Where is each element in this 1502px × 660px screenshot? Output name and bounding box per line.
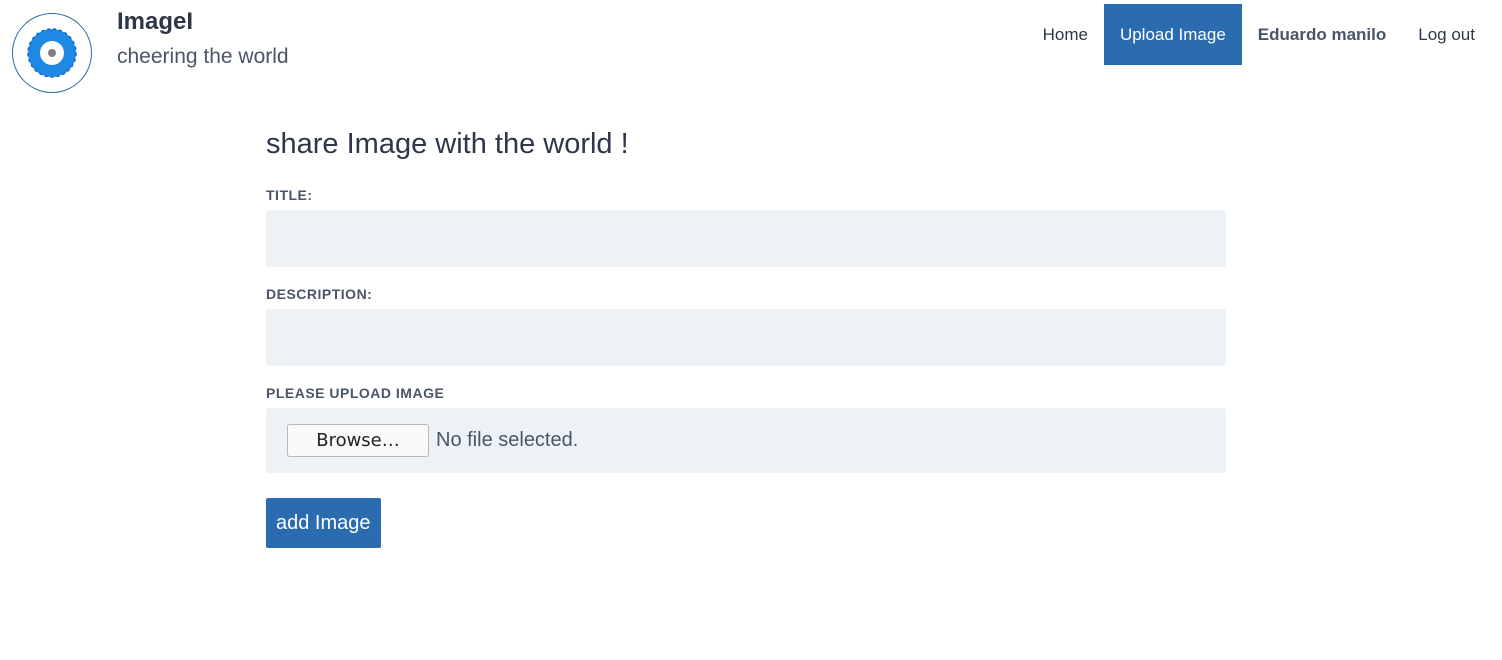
brand-title: ImageI — [117, 8, 194, 35]
upload-form: share Image with the world ! TITLE: DESC… — [266, 128, 1226, 548]
description-input[interactable] — [266, 309, 1226, 366]
page-title: share Image with the world ! — [266, 128, 629, 160]
nav-home-link[interactable]: Home — [1027, 4, 1104, 65]
title-input[interactable] — [266, 210, 1226, 267]
file-status-text: No file selected. — [436, 429, 579, 451]
title-label: TITLE: — [266, 187, 313, 203]
nav-upload-image-link[interactable]: Upload Image — [1103, 4, 1242, 65]
main-nav: Home Upload Image Eduardo manilo Log out — [1027, 4, 1491, 65]
add-image-button[interactable]: add Image — [266, 498, 381, 548]
browse-button[interactable]: Browse… — [287, 424, 429, 457]
site-header: ImageI cheering the world Home Upload Im… — [0, 0, 1502, 100]
file-upload-field[interactable]: Browse… No file selected. — [266, 408, 1226, 473]
nav-user-name[interactable]: Eduardo manilo — [1242, 4, 1402, 65]
nav-logout-link[interactable]: Log out — [1402, 4, 1491, 65]
description-label: DESCRIPTION: — [266, 286, 373, 302]
brand-tagline: cheering the world — [117, 45, 289, 68]
upload-image-label: PLEASE UPLOAD IMAGE — [266, 385, 445, 401]
camera-lens-icon[interactable] — [12, 13, 92, 93]
